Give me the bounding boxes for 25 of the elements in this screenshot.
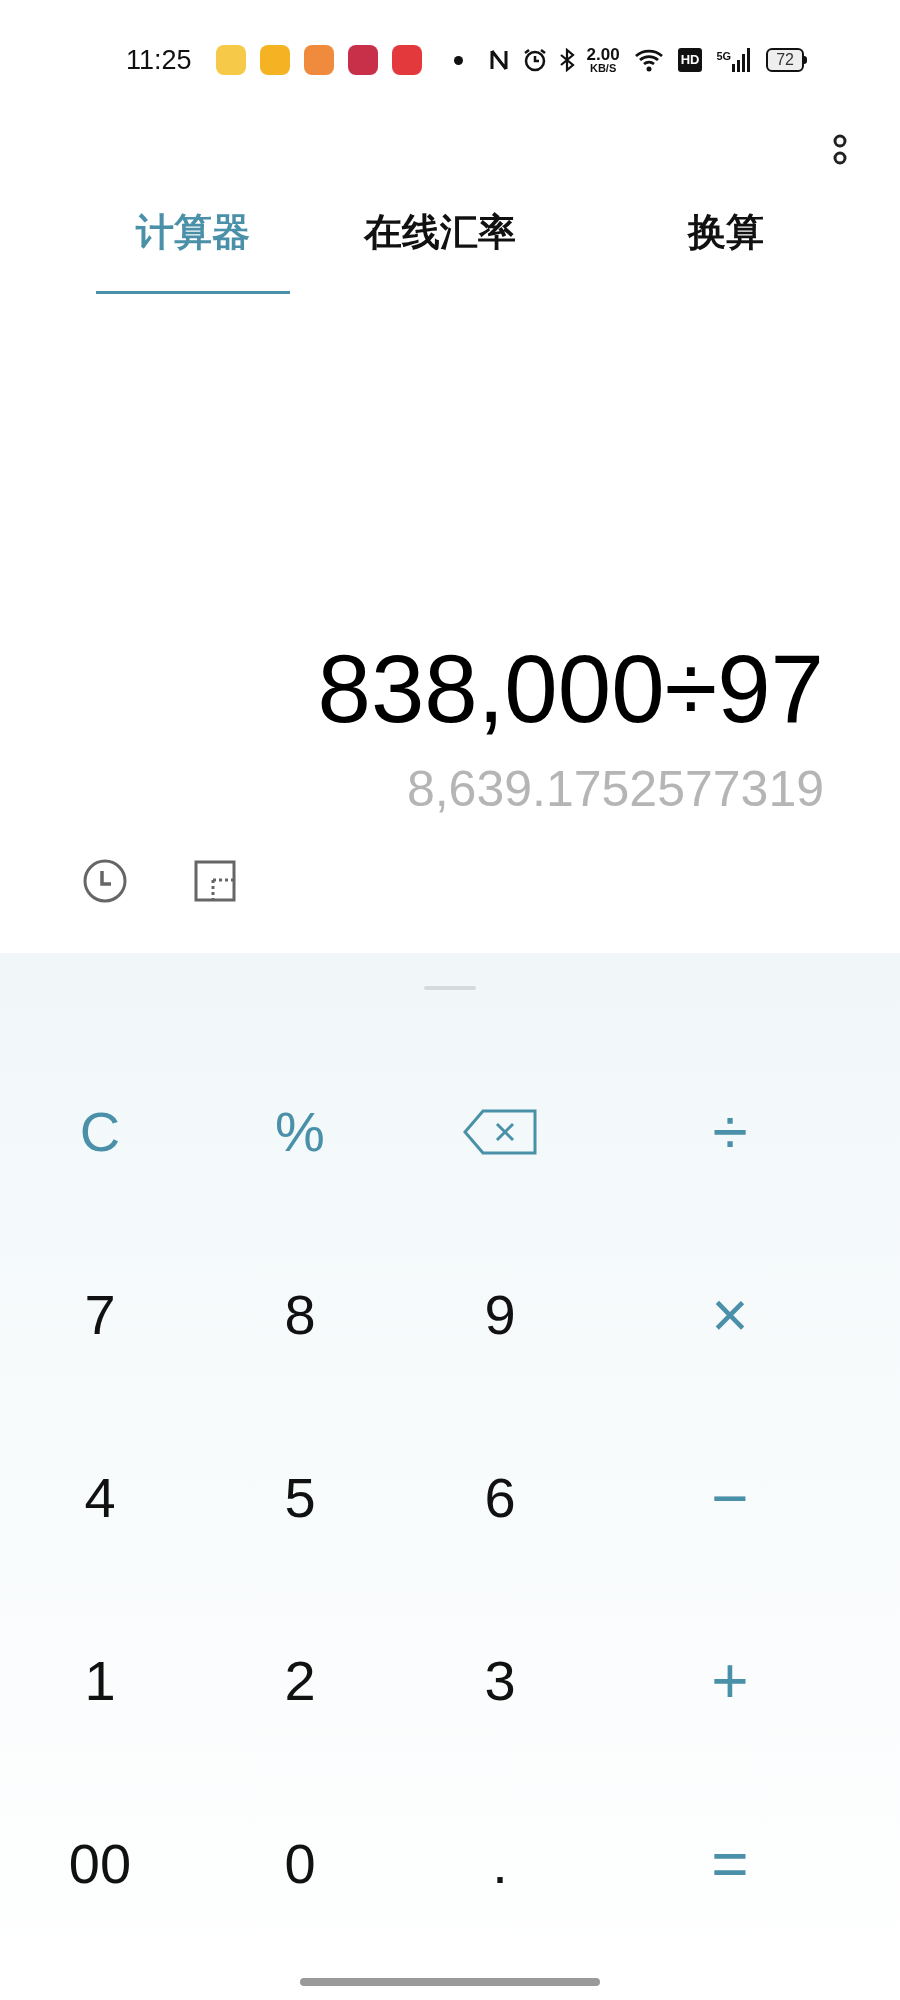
tab[interactable]: 换算 <box>668 194 784 294</box>
digit-key[interactable]: 1 <box>40 1631 160 1731</box>
digit-key[interactable]: 5 <box>240 1448 360 1548</box>
digit-key[interactable]: 8 <box>240 1265 360 1365</box>
speed-value: 2.00 <box>586 46 620 63</box>
expression-text: 838,000÷97 <box>317 634 824 744</box>
status-time: 11:25 <box>126 43 192 77</box>
tab[interactable]: 计算器 <box>96 194 290 294</box>
digit-key[interactable]: 2 <box>240 1631 360 1731</box>
digit-key[interactable]: 4 <box>40 1448 160 1548</box>
digit-key[interactable]: 7 <box>40 1265 160 1365</box>
digit-key[interactable]: 9 <box>440 1265 560 1365</box>
digit-key[interactable]: 3 <box>440 1631 560 1731</box>
operator-key[interactable]: + <box>670 1631 790 1731</box>
battery-indicator: 72 <box>766 48 804 72</box>
digit-key[interactable]: 0 <box>240 1814 360 1914</box>
digit-key[interactable]: 00 <box>40 1814 160 1914</box>
digit-key[interactable]: . <box>440 1814 560 1914</box>
tab[interactable]: 在线汇率 <box>344 194 536 294</box>
result-text: 8,639.1752577319 <box>406 760 824 819</box>
speed-unit: KB/S <box>589 63 617 74</box>
hd-badge: HD <box>677 48 703 72</box>
digit-key[interactable]: 6 <box>440 1448 560 1548</box>
network-type: 5G <box>716 49 732 64</box>
operator-key[interactable]: = <box>670 1814 790 1914</box>
